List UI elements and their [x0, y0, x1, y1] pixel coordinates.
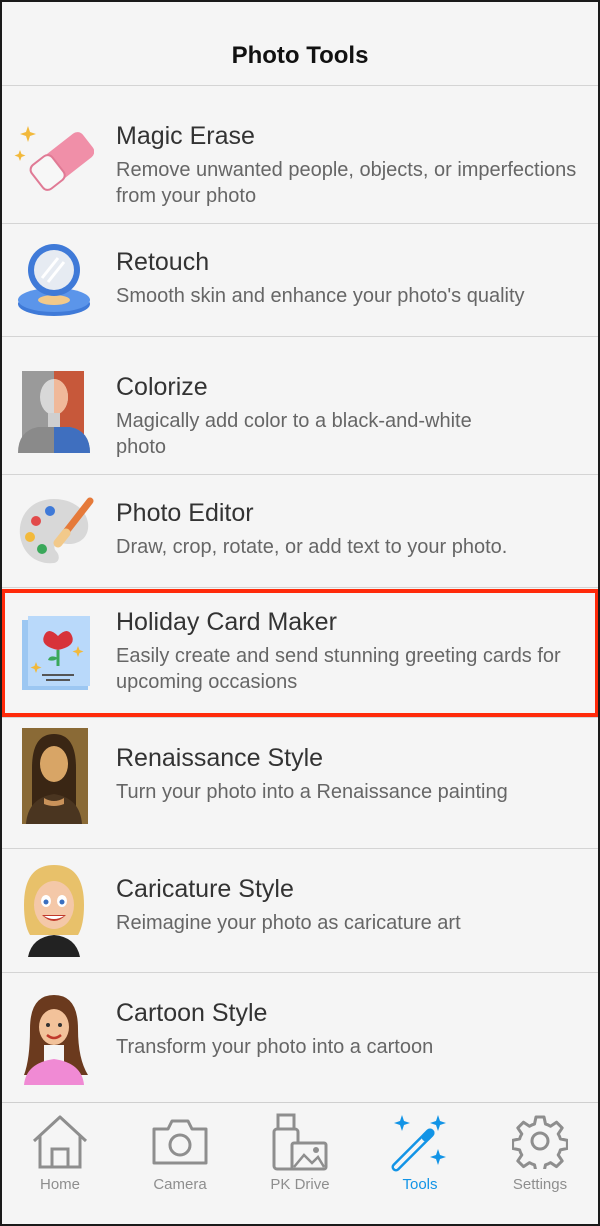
tool-description: Draw, crop, rotate, or add text to your … — [116, 536, 508, 558]
tools-list: Magic Erase Remove unwanted people, obje… — [0, 86, 600, 1110]
tool-item-renaissance-style[interactable]: Renaissance Style Turn your photo into a… — [0, 718, 600, 849]
compact-mirror-icon — [18, 244, 90, 316]
tool-description: Turn your photo into a Renaissance paint… — [116, 781, 508, 803]
renaissance-portrait-icon — [22, 728, 88, 824]
greeting-card-icon — [22, 616, 90, 690]
tool-title: Caricature Style — [116, 875, 294, 903]
tool-item-cartoon-style[interactable]: Cartoon Style Transform your photo into … — [0, 973, 600, 1110]
tool-item-photo-editor[interactable]: Photo Editor Draw, crop, rotate, or add … — [0, 475, 600, 588]
tool-title: Magic Erase — [116, 122, 255, 150]
tab-label: Tools — [402, 1176, 438, 1193]
cartoon-portrait-icon — [24, 995, 88, 1085]
gear-icon — [512, 1115, 568, 1169]
palette-icon — [19, 497, 94, 564]
tool-title: Colorize — [116, 373, 208, 401]
drive-icon — [272, 1113, 328, 1171]
tab-label: Home — [39, 1176, 80, 1193]
tab-pk-drive[interactable]: PK Drive — [240, 1103, 360, 1213]
home-icon — [32, 1115, 88, 1169]
tool-item-caricature-style[interactable]: Caricature Style Reimagine your photo as… — [0, 849, 600, 973]
tool-title: Cartoon Style — [116, 999, 268, 1027]
tab-label: Settings — [512, 1176, 568, 1193]
tab-tools[interactable]: Tools — [360, 1103, 480, 1213]
page-title: Photo Tools — [231, 41, 369, 69]
tool-description: Transform your photo into a cartoon — [116, 1036, 434, 1058]
tab-home[interactable]: Home — [0, 1103, 120, 1213]
tool-title: Retouch — [116, 248, 210, 276]
camera-icon — [152, 1119, 208, 1165]
tool-item-holiday-card-maker[interactable]: Holiday Card Maker Easily create and sen… — [0, 588, 600, 718]
tool-item-retouch[interactable]: Retouch Smooth skin and enhance your pho… — [0, 224, 600, 337]
eraser-icon — [14, 126, 94, 191]
header: Photo Tools — [0, 0, 600, 86]
tool-title: Holiday Card Maker — [116, 608, 337, 636]
tab-camera[interactable]: Camera — [120, 1103, 240, 1213]
colorize-portrait-icon — [18, 371, 90, 453]
tab-bar: Home Camera PK Drive Tools Settings — [0, 1102, 600, 1226]
tool-description: Smooth skin and enhance your photo's qua… — [116, 285, 525, 307]
tab-label: Camera — [153, 1176, 207, 1193]
tool-title: Renaissance Style — [116, 744, 324, 772]
caricature-portrait-icon — [24, 865, 84, 957]
tool-item-colorize[interactable]: Colorize Magically add color to a black-… — [0, 337, 600, 475]
tool-item-magic-erase[interactable]: Magic Erase Remove unwanted people, obje… — [0, 86, 600, 224]
tab-settings[interactable]: Settings — [480, 1103, 600, 1213]
tool-title: Photo Editor — [116, 499, 254, 527]
tab-label: PK Drive — [270, 1176, 330, 1193]
magic-wand-icon — [391, 1115, 446, 1172]
tool-description: Remove unwanted people, objects, or impe… — [116, 159, 577, 207]
tool-description: Magically add color to a black-and-white… — [116, 410, 472, 458]
tool-description: Easily create and send stunning greeting… — [116, 645, 561, 693]
tool-description: Reimagine your photo as caricature art — [116, 912, 461, 934]
